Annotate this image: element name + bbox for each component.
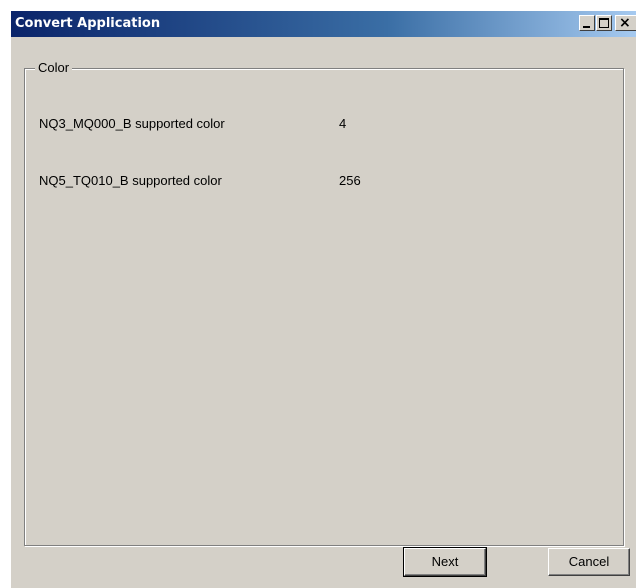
next-button[interactable]: Next	[403, 547, 487, 577]
color-groupbox	[24, 68, 624, 546]
close-icon[interactable]: ×	[615, 15, 636, 31]
row-label-nq3: NQ3_MQ000_B supported color	[39, 116, 225, 131]
row-label-nq5: NQ5_TQ010_B supported color	[39, 173, 222, 188]
dialog-window: Convert Application × Color NQ3_MQ000_B …	[10, 10, 636, 588]
row-value-nq5: 256	[339, 173, 361, 188]
groupbox-label: Color	[35, 60, 73, 75]
minimize-icon[interactable]	[579, 15, 595, 31]
close-glyph: ×	[619, 15, 631, 31]
row-value-nq3: 4	[339, 116, 347, 131]
cancel-button[interactable]: Cancel	[548, 548, 630, 576]
window-title: Convert Application	[15, 16, 161, 31]
title-bar[interactable]: Convert Application ×	[11, 11, 636, 37]
maximize-icon[interactable]	[596, 15, 612, 31]
